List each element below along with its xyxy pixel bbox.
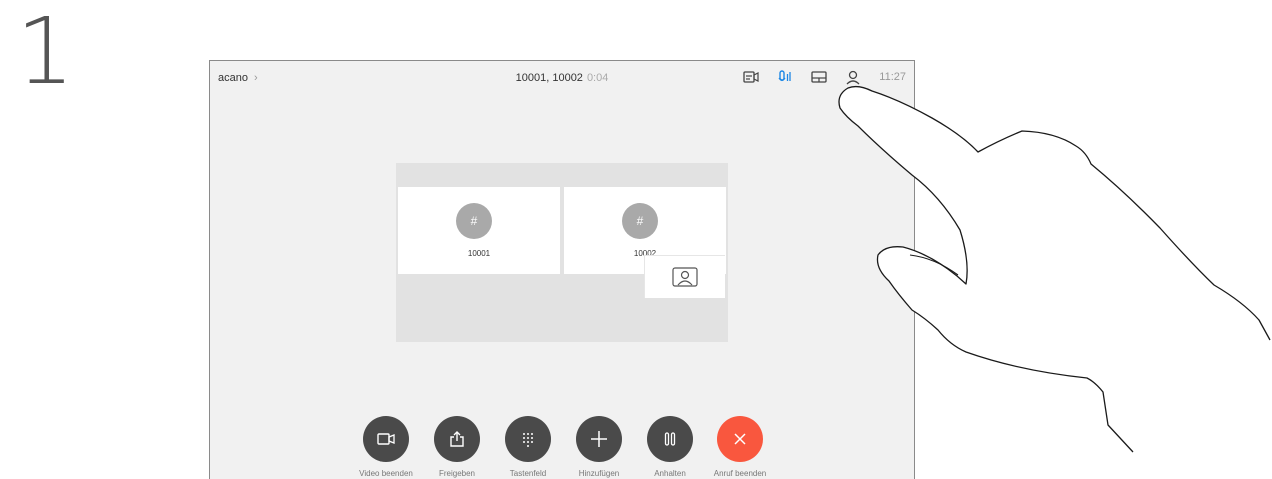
call-participants: 10001, 10002 [515, 72, 583, 84]
control-label: Tastenfeld [509, 469, 547, 478]
keypad-control: Tastenfeld [488, 416, 568, 478]
call-controls: Video beenden Freigeben Tastenfeld Hinzu… [210, 416, 914, 479]
touch-screen: acano› 10001, 100020:04 11:27 # 10001 [209, 60, 915, 479]
control-label: Anhalten [654, 469, 686, 478]
add-control: Hinzufügen [559, 416, 639, 478]
share-icon [450, 431, 464, 447]
participant-tile[interactable]: # 10001 [398, 187, 560, 274]
status-bar: acano › 10001, 10002 0:04 11:27 [210, 61, 914, 93]
control-label: Video beenden [359, 469, 413, 478]
add-button[interactable] [576, 416, 622, 462]
person-icon [672, 267, 698, 287]
plus-icon [591, 431, 607, 447]
stop-video-button[interactable] [363, 416, 409, 462]
avatar: # [622, 203, 658, 239]
microphone-icon[interactable] [775, 67, 795, 87]
close-icon [734, 433, 746, 445]
avatar: # [456, 203, 492, 239]
layout-icon[interactable] [809, 67, 829, 87]
share-button[interactable] [434, 416, 480, 462]
self-view[interactable] [644, 255, 725, 298]
video-layout: # 10001 # 10002 [396, 163, 728, 342]
end-call-control: Anruf beenden [700, 416, 780, 478]
control-label: Freigeben [438, 469, 476, 478]
keypad-button[interactable] [505, 416, 551, 462]
video-control: Video beenden [346, 416, 426, 478]
end-call-button[interactable] [717, 416, 763, 462]
hold-button[interactable] [647, 416, 693, 462]
participants-icon[interactable] [843, 67, 863, 87]
hold-control: Anhalten [630, 416, 710, 478]
pause-icon [664, 432, 676, 446]
video-camera-icon [377, 433, 395, 445]
keypad-icon [523, 433, 533, 447]
call-duration: 0:04 [586, 72, 609, 84]
status-icons: 11:27 [741, 67, 906, 87]
self-view-icon[interactable] [741, 67, 761, 87]
share-control: Freigeben [417, 416, 497, 478]
control-label: Hinzufügen [578, 469, 620, 478]
clock: 11:27 [879, 71, 906, 83]
step-number: 1 [16, 0, 75, 105]
participant-name: 10001 [467, 249, 491, 258]
control-label: Anruf beenden [713, 469, 767, 478]
